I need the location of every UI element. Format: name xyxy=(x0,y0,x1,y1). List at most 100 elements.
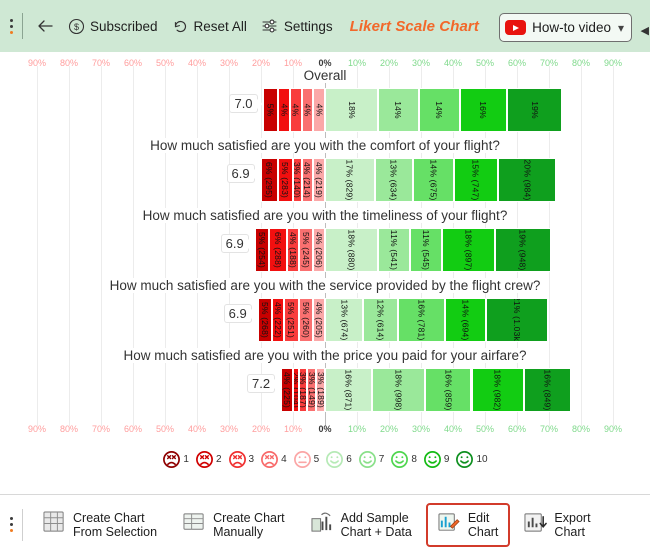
legend-item[interactable]: 10 xyxy=(455,450,488,469)
chart-rows: Overall 5% 4% 4% 4% 4% 18% 14% 14% 16% 19% 7.0 How m… xyxy=(0,66,650,416)
add-sample-chart-data-label: Add Sample Chart + Data xyxy=(340,510,412,539)
bar-segment[interactable]: 16% (781) xyxy=(398,298,446,342)
row-label: Overall xyxy=(0,68,650,83)
bar-segment[interactable]: 14% (694) xyxy=(445,298,487,342)
bar-segment[interactable]: 19% xyxy=(506,88,563,132)
bar-segment[interactable]: 11% (541) xyxy=(377,228,410,272)
bar-track: 5% (254) 6% (288) 4% (188) 5% (245) 4% (206)… xyxy=(0,228,650,272)
bar-segment[interactable]: 3% (140) xyxy=(292,158,302,202)
grid-icon xyxy=(43,510,66,539)
bar-segment-label: 5% (245) xyxy=(300,231,311,269)
axis-tick: 20% xyxy=(379,424,398,434)
bar-segment[interactable]: 4% (219) xyxy=(313,158,325,202)
legend-number: 1 xyxy=(183,453,189,465)
bar-segment[interactable]: 3% (189) xyxy=(316,368,325,412)
subscribed-button[interactable]: $ Subscribed xyxy=(61,11,165,41)
legend-item[interactable]: 3 xyxy=(228,450,254,469)
settings-button[interactable]: Settings xyxy=(254,11,340,41)
bar-segment[interactable]: 4% (225) xyxy=(281,368,293,412)
bar-segment[interactable]: 5% xyxy=(263,88,279,132)
chart-row: Overall 5% 4% 4% 4% 4% 18% 14% 14% 16% 19% 7.0 xyxy=(0,66,650,136)
bar-segment[interactable]: 18% xyxy=(325,88,378,132)
edit-chart-button[interactable]: Edit Chart xyxy=(425,502,511,547)
chevron-down-icon[interactable]: ▾ xyxy=(618,21,624,35)
more-options-icon[interactable] xyxy=(4,18,18,34)
edit-chart-label: Edit Chart xyxy=(467,510,499,539)
reset-all-button[interactable]: Reset All xyxy=(165,11,254,41)
legend-item[interactable]: 5 xyxy=(293,450,319,469)
bottom-toolbar-divider xyxy=(22,508,23,541)
bar-segment[interactable]: 21% (1.03k) xyxy=(486,298,548,342)
legend-item[interactable]: 6 xyxy=(325,450,352,469)
bar-segment-label: 18% (998) xyxy=(393,369,404,411)
bar-segment-label: 4% (225) xyxy=(281,371,292,409)
bar-segment[interactable]: 5% (268) xyxy=(257,298,273,342)
bar-segment[interactable]: 18% (880) xyxy=(325,228,378,272)
bar-segment[interactable]: 11% (545) xyxy=(409,228,443,272)
chart-area: 90% 80% 70% 60% 50% 40% 30% 20% 10% 0% 10% 20% 30% 40… xyxy=(0,52,650,494)
bar-segment-label: 14% xyxy=(434,101,445,119)
bar-segment[interactable]: 5% (283) xyxy=(278,158,293,202)
bar-segment[interactable]: 15% (747) xyxy=(453,158,498,202)
bar-segment[interactable]: 3% (187) xyxy=(298,368,308,412)
bar-segment[interactable]: 16% (849) xyxy=(524,368,572,412)
axis-tick: 30% xyxy=(219,424,238,434)
bar-segment[interactable]: 6% (295) xyxy=(260,158,279,202)
bar-segment[interactable]: 5% (260) xyxy=(298,298,314,342)
bar-segment[interactable]: 4% (214) xyxy=(301,158,314,202)
chart-row: How much satisfied are you with the serv… xyxy=(0,276,650,346)
bar-segment-label: 5% (251) xyxy=(286,301,297,339)
legend-item[interactable]: 8 xyxy=(390,450,417,469)
bar-segment[interactable]: 5% (251) xyxy=(283,298,299,342)
how-to-video-button[interactable]: How-to video ▾ xyxy=(499,13,632,42)
bar-segment[interactable]: 16% xyxy=(459,88,507,132)
bar-segment[interactable]: 4% xyxy=(301,88,314,132)
axis-tick: 40% xyxy=(443,424,462,434)
bar-segment[interactable]: 16% (859) xyxy=(424,368,472,412)
bar-segment-label: 6% (295) xyxy=(264,161,275,199)
export-chart-button[interactable]: Export Chart xyxy=(512,503,602,547)
bar-segment[interactable]: 14% xyxy=(377,88,419,132)
row-score: 7.0 xyxy=(229,94,263,113)
legend-item[interactable]: 2 xyxy=(195,450,222,469)
panel-collapse-arrow-icon[interactable]: ◀ xyxy=(641,24,649,37)
back-button[interactable] xyxy=(29,11,61,41)
bar-segment-label: 16% (781) xyxy=(416,299,427,341)
legend-item[interactable]: 7 xyxy=(358,450,384,469)
bar-segment[interactable]: 18% (982) xyxy=(471,368,525,412)
create-chart-manually-button[interactable]: Create Chart Manually xyxy=(171,503,297,547)
bar-segment[interactable]: 4% (206) xyxy=(313,228,325,272)
bottom-more-options-icon[interactable] xyxy=(4,517,18,532)
bar-segment[interactable]: 13% (634) xyxy=(374,158,413,202)
bar-segment[interactable]: 16% (871) xyxy=(325,368,372,412)
legend-item[interactable]: 4 xyxy=(260,450,287,469)
bar-segment[interactable]: 14% xyxy=(418,88,460,132)
bar-segment[interactable]: 4% xyxy=(278,88,290,132)
create-chart-from-selection-button[interactable]: Create Chart From Selection xyxy=(31,503,169,547)
bar-segment-label: 6% (288) xyxy=(273,231,284,269)
bar-segment[interactable]: 17% (829) xyxy=(325,158,375,202)
bar-segment[interactable]: 4% xyxy=(289,88,302,132)
bar-segment[interactable]: 20% (984) xyxy=(497,158,557,202)
bar-segment[interactable]: 4% (205) xyxy=(313,298,325,342)
bar-segment[interactable]: 5% (254) xyxy=(254,228,270,272)
bar-segment-label: 16% xyxy=(478,101,489,119)
bar-segment[interactable]: 4% (222) xyxy=(272,298,284,342)
axis-tick: 90% xyxy=(603,424,622,434)
legend-item[interactable]: 1 xyxy=(162,450,189,469)
add-sample-chart-data-button[interactable]: Add Sample Chart + Data xyxy=(299,503,424,547)
bar-segment[interactable]: 5% (245) xyxy=(298,228,314,272)
bar-segment[interactable]: 18% (897) xyxy=(442,228,495,272)
legend-item[interactable]: 9 xyxy=(423,450,449,469)
bar-segment-label: 19% (948) xyxy=(517,229,528,271)
bar-segment[interactable]: 13% (674) xyxy=(325,298,364,342)
bar-segment[interactable]: 14% (675) xyxy=(412,158,454,202)
bar-segment[interactable]: 12% (614) xyxy=(363,298,399,342)
bar-segment[interactable]: 6% (288) xyxy=(269,228,287,272)
bar-segment[interactable]: 4% (188) xyxy=(286,228,299,272)
bar-segment-label: 16% (849) xyxy=(542,369,553,411)
bar-segment[interactable]: 3% (149) xyxy=(307,368,317,412)
bar-segment[interactable]: 18% (998) xyxy=(371,368,425,412)
bar-segment[interactable]: 19% (948) xyxy=(494,228,551,272)
bar-segment[interactable]: 4% xyxy=(313,88,325,132)
